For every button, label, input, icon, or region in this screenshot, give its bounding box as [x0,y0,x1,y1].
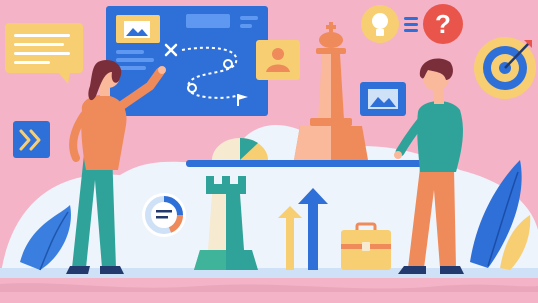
target-icon [474,37,536,99]
briefcase-icon [341,222,391,270]
lightbulb-icon [361,5,399,43]
question-glyph: ? [435,9,451,39]
equals-icon [404,17,418,32]
image-icon [360,82,406,116]
table [186,160,432,167]
donut-chart-icon [142,193,186,237]
question-mark-icon: ? [423,4,463,44]
image-icon [116,15,160,43]
illustration-canvas: ? [0,0,538,303]
user-card-icon [256,40,300,80]
strategy-illustration: ? [0,0,538,303]
double-chevron-right-icon [13,121,50,158]
